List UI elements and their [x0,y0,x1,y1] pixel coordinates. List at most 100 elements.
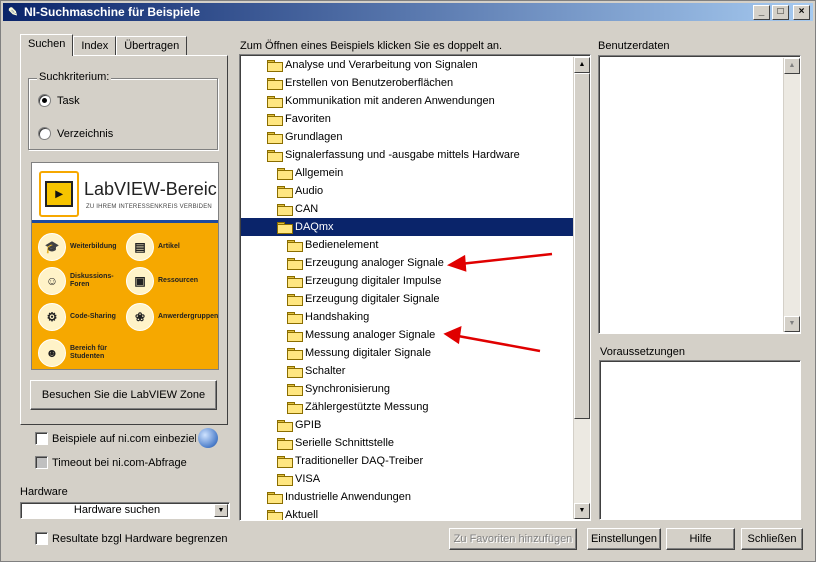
tree-item[interactable]: GPIB [241,416,573,434]
tree-item-label: Favoriten [285,113,331,125]
tree-item-label: Zählergestützte Messung [305,401,429,413]
tree-item[interactable]: Kommunikation mit anderen Anwendungen [241,92,573,110]
tree-item[interactable]: Synchronisierung [241,380,573,398]
include-ni-checkbox-label: Beispiele auf ni.com einbeziehen [52,432,196,445]
tree-item[interactable]: Audio [241,182,573,200]
timeout-checkbox-box[interactable] [35,456,48,469]
prerequisites-box[interactable] [599,360,801,520]
banner-item-foren[interactable]: ☺ Diskussions- Foren [38,267,114,295]
tree-item-label: Erzeugung digitaler Signale [305,293,440,305]
tree-item[interactable]: Signalerfassung und -ausgabe mittels Har… [241,146,573,164]
banner-item-code-sharing[interactable]: ⚙ Code-Sharing [38,303,116,331]
tree-item-label: VISA [295,473,321,485]
maximize-button[interactable]: □ [772,5,789,20]
tree-item-label: Analyse und Verarbeitung von Signalen [285,59,478,71]
close-window-button[interactable]: × [793,5,810,20]
tree-item-label: Kommunikation mit anderen Anwendungen [285,95,495,107]
tree-item[interactable]: Serielle Schnittstelle [241,434,573,452]
tree-item-label: Grundlagen [285,131,343,143]
banner-item-label: Artikel [158,243,180,250]
tree-item-label: DAQmx [295,221,334,233]
tree-item[interactable]: Favoriten [241,110,573,128]
help-button[interactable]: Hilfe [666,528,735,550]
timeout-checkbox-label: Timeout bei ni.com-Abfrage [52,456,187,469]
graduation-cap-icon: 🎓 [38,233,66,261]
tree-item[interactable]: Industrielle Anwendungen [241,488,573,506]
scroll-thumb[interactable] [574,73,590,419]
banner-title: LabVIEW-Bereich [84,179,219,199]
tree-item[interactable]: Traditioneller DAQ-Treiber [241,452,573,470]
banner-item-anwendergruppen[interactable]: ❀ Anwerdergruppen [126,303,218,331]
radio-task-indicator[interactable] [38,94,51,107]
tab-index[interactable]: Index [73,36,117,55]
chevron-down-icon[interactable]: ▼ [214,504,228,517]
tree-item[interactable]: Allgemein [241,164,573,182]
prerequisites-label: Voraussetzungen [600,346,686,358]
tree-item[interactable]: Zählergestützte Messung [241,398,573,416]
tree-item-label: Signalerfassung und -ausgabe mittels Har… [285,149,520,161]
search-criterion-legend: Suchkriterium: [37,71,112,83]
user-data-label: Benutzerdaten [598,40,670,52]
tree-item[interactable]: Grundlagen [241,128,573,146]
user-data-box[interactable]: ▲ ▼ [598,55,801,334]
minimize-button[interactable]: _ [753,5,770,20]
include-ni-checkbox[interactable]: Beispiele auf ni.com einbeziehen [35,432,196,445]
visit-labview-zone-button[interactable]: Besuchen Sie die LabVIEW Zone [30,380,217,410]
tab-uebertragen[interactable]: Übertragen [116,36,188,55]
scroll-down-icon[interactable]: ▼ [574,503,590,519]
folder-icon [287,401,303,414]
folder-icon [287,293,303,306]
folder-icon [277,419,293,432]
folder-icon [287,239,303,252]
tree-scrollbar[interactable]: ▲ ▼ [573,57,590,519]
timeout-checkbox[interactable]: Timeout bei ni.com-Abfrage [35,456,187,469]
folder-icon [287,329,303,342]
annotation-arrow-line [459,252,553,266]
tree-item[interactable]: VISA [241,470,573,488]
add-favorite-button[interactable]: Zu Favoriten hinzufügen [449,528,577,550]
folder-icon [277,437,293,450]
banner-item-label: Code-Sharing [70,313,116,320]
labview-zone-banner[interactable]: ▸ LabVIEW-Bereich ZU IHREM INTERESSENKRE… [31,162,219,370]
close-button[interactable]: Schließen [741,528,803,550]
tree-item[interactable]: CAN [241,200,573,218]
tree-item[interactable]: Erstellen von Benutzeroberflächen [241,74,573,92]
banner-item-ressourcen[interactable]: ▣ Ressourcen [126,267,198,295]
radio-task[interactable]: Task [38,94,80,107]
folder-icon [287,257,303,270]
limit-hardware-checkbox-label: Resultate bzgl Hardware begrenzen [52,532,228,545]
banner-item-label: Ressourcen [158,277,199,284]
banner-item-studenten[interactable]: ☻ Bereich für Studenten [38,339,107,367]
banner-divider [32,220,218,223]
include-ni-checkbox-box[interactable] [35,432,48,445]
scroll-up-icon[interactable]: ▲ [574,57,590,73]
title-bar: ✎ NI-Suchmaschine für Beispiele _ □ × [3,3,813,21]
tree-item-label: Messung digitaler Signale [305,347,431,359]
tab-suchen[interactable]: Suchen [20,34,74,56]
radio-verzeichnis[interactable]: Verzeichnis [38,127,113,140]
folder-icon [287,383,303,396]
tree-item-label: Traditioneller DAQ-Treiber [295,455,424,467]
tree-item[interactable]: Analyse und Verarbeitung von Signalen [241,56,573,74]
tree-item[interactable]: Schalter [241,362,573,380]
annotation-arrow-line [457,334,541,353]
folder-open-icon [267,149,283,162]
banner-item-artikel[interactable]: ▤ Artikel [126,233,180,261]
tree-item-label: GPIB [295,419,322,431]
hardware-select[interactable]: Hardware suchen ▼ [20,502,230,519]
limit-hardware-checkbox[interactable]: Resultate bzgl Hardware begrenzen [35,532,228,545]
user-data-scrollbar[interactable]: ▲ ▼ [783,58,800,332]
tree-item-label: Erzeugung digitaler Impulse [305,275,442,287]
scroll-down-icon[interactable]: ▼ [784,316,800,332]
radio-verzeichnis-indicator[interactable] [38,127,51,140]
tree-item-label: Audio [295,185,324,197]
folder-icon [277,185,293,198]
limit-hardware-checkbox-box[interactable] [35,532,48,545]
tree-item[interactable]: DAQmx [241,218,573,236]
folder-icon [287,365,303,378]
tree-item[interactable]: Aktuell [241,506,573,520]
scroll-up-icon[interactable]: ▲ [784,58,800,74]
banner-item-weiterbildung[interactable]: 🎓 Weiterbildung [38,233,117,261]
folder-icon [277,473,293,486]
settings-button[interactable]: Einstellungen [587,528,661,550]
